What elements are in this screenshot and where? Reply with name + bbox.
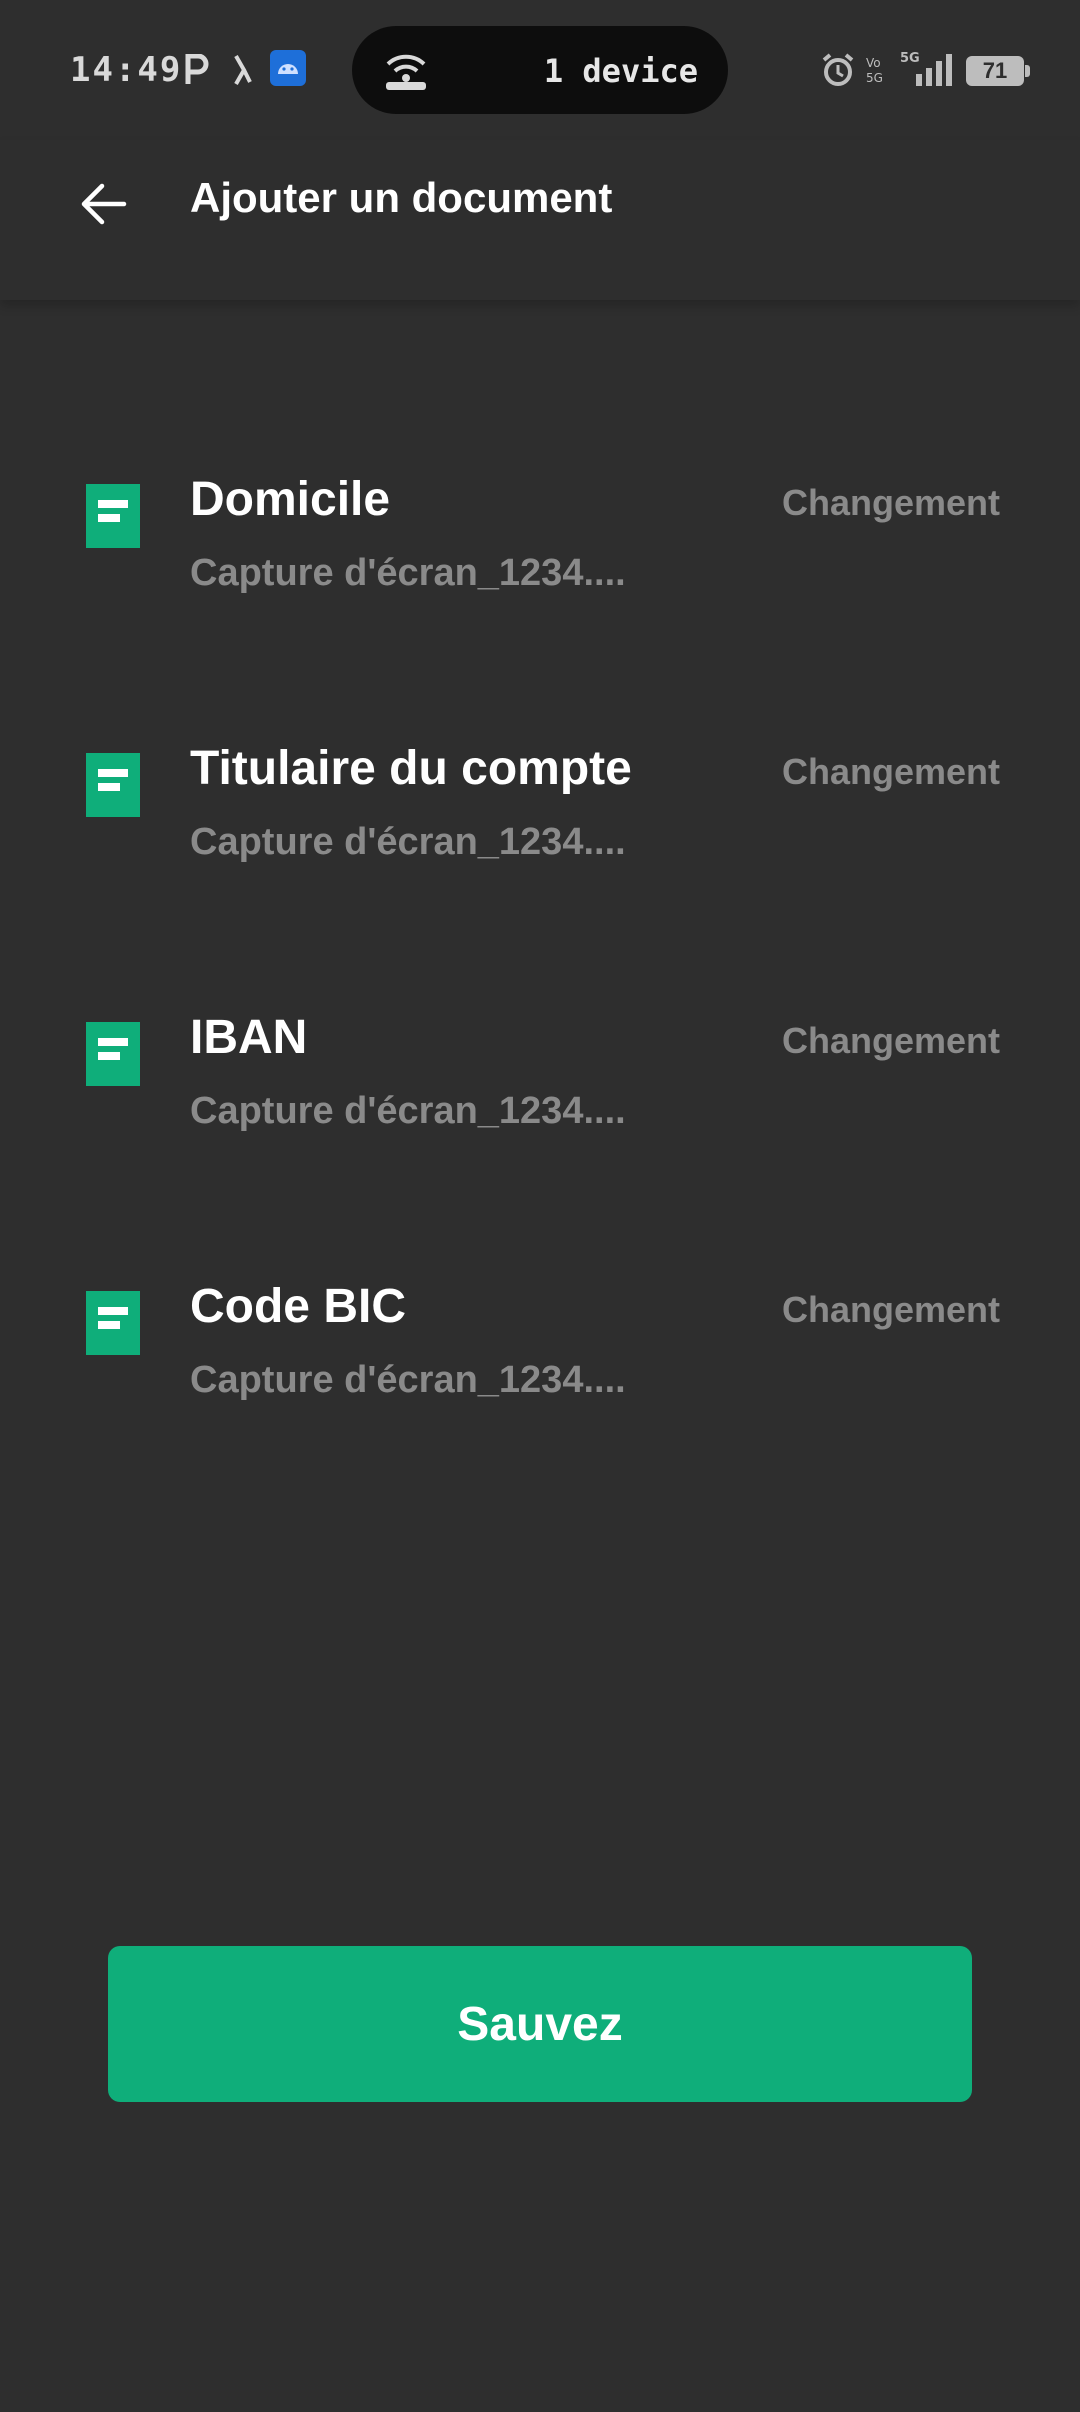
android-icon	[270, 50, 306, 91]
change-button[interactable]: Changement	[782, 1289, 1000, 1331]
document-filename: Capture d'écran_1234....	[190, 1359, 626, 1401]
back-arrow-icon[interactable]	[76, 176, 132, 232]
change-button[interactable]: Changement	[782, 751, 1000, 793]
save-button[interactable]: Sauvez	[108, 1946, 972, 2102]
document-filename: Capture d'écran_1234....	[190, 1090, 626, 1132]
volte-icon: Vo 5G	[866, 54, 888, 91]
svg-text:Vo: Vo	[866, 56, 881, 70]
document-item-code-bic: Code BIC Capture d'écran_1234.... Change…	[0, 1247, 1080, 1516]
network-label: 5G	[900, 51, 920, 66]
svg-text:5G: 5G	[866, 71, 883, 85]
document-item-domicile: Domicile Capture d'écran_1234.... Change…	[0, 440, 1080, 709]
battery-indicator: 71	[966, 56, 1030, 86]
app-bar: Ajouter un document	[0, 140, 1080, 300]
document-icon	[86, 484, 140, 548]
alarm-icon	[820, 52, 856, 93]
status-time: 14:49	[70, 50, 183, 90]
document-title: IBAN	[190, 1011, 308, 1064]
notification-icon	[230, 54, 254, 91]
signal-icon: 5G	[896, 50, 956, 93]
document-icon	[86, 753, 140, 817]
document-item-iban: IBAN Capture d'écran_1234.... Changement	[0, 978, 1080, 1247]
dynamic-island: 1 device	[352, 26, 728, 114]
document-title: Code BIC	[190, 1280, 406, 1333]
page-title: Ajouter un document	[190, 174, 613, 221]
change-button[interactable]: Changement	[782, 482, 1000, 524]
change-button[interactable]: Changement	[782, 1020, 1000, 1062]
document-title: Domicile	[190, 473, 391, 526]
document-filename: Capture d'écran_1234....	[190, 552, 626, 594]
document-list: Domicile Capture d'écran_1234.... Change…	[0, 440, 1080, 1516]
hotspot-icon	[382, 48, 430, 97]
document-icon	[86, 1022, 140, 1086]
device-count: 1 device	[543, 52, 698, 90]
document-filename: Capture d'écran_1234....	[190, 821, 626, 863]
parking-icon	[184, 53, 210, 91]
document-title: Titulaire du compte	[190, 742, 632, 795]
status-bar: 14:49 1 device Vo 5G 5G 71	[0, 0, 1080, 140]
document-item-titulaire: Titulaire du compte Capture d'écran_1234…	[0, 709, 1080, 978]
document-icon	[86, 1291, 140, 1355]
